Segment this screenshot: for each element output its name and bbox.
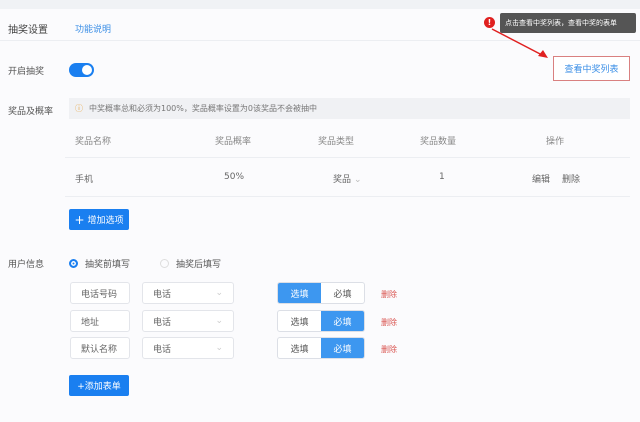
chevron-down-icon: ⌄ [354,175,362,185]
field-type-select[interactable]: 电话 ⌄ [142,337,234,359]
field-name-input[interactable]: 电话号码 [70,282,130,304]
field-name-input[interactable]: 地址 [70,310,130,332]
column-header: 操作 [546,137,565,147]
required-toggle[interactable]: 选填 必填 [277,282,365,304]
view-winners-label: 查看中奖列表 [564,65,619,75]
required-toggle[interactable]: 选填 必填 [277,310,365,332]
chevron-down-icon: ⌄ [215,343,223,353]
radio-before-draw[interactable]: 抽奖前填写 [69,257,130,270]
column-header: 奖品名称 [75,137,112,147]
required-option[interactable]: 必填 [321,283,364,303]
view-winners-button[interactable]: 查看中奖列表 [553,56,630,81]
column-header: 奖品类型 [318,137,355,147]
user-info-label: 用户信息 [8,260,45,270]
required-option[interactable]: 必填 [321,311,364,331]
add-form-field-button[interactable]: +添加表单 [69,375,129,396]
field-type-value: 电话 [153,317,172,328]
field-type-select[interactable]: 电话 ⌄ [142,310,234,332]
notice-text: 中奖概率总和必须为100%，奖品概率设置为0该奖品不会被抽中 [89,104,317,113]
prize-type-select[interactable]: 奖品 ⌄ [333,172,362,185]
enable-lottery-toggle[interactable] [69,63,94,77]
required-option[interactable]: 必填 [321,338,364,358]
plus-icon: + [74,212,85,227]
delete-field-link[interactable]: 删除 [381,289,397,300]
delete-link[interactable]: 删除 [562,172,580,185]
radio-after-draw[interactable]: 抽奖后填写 [160,257,221,270]
optional-option[interactable]: 选填 [278,338,321,358]
chevron-down-icon: ⌄ [215,316,223,326]
radio-unchecked-icon [160,259,169,268]
optional-option[interactable]: 选填 [278,283,321,303]
edit-link[interactable]: 编辑 [532,172,550,185]
warning-icon: ⓘ [75,104,83,113]
help-link[interactable]: 功能说明 [75,22,111,35]
prize-name: 手机 [75,175,94,185]
divider [65,157,630,158]
probability-notice: ⓘ 中奖概率总和必须为100%，奖品概率设置为0该奖品不会被抽中 [69,98,630,119]
add-option-button[interactable]: + 增加选项 [69,209,129,230]
annotation-arrow-icon [491,28,548,58]
required-toggle[interactable]: 选填 必填 [277,337,365,359]
column-header: 奖品概率 [215,137,252,147]
add-option-label: 增加选项 [87,216,124,226]
delete-field-link[interactable]: 删除 [381,344,397,355]
radio-label: 抽奖前填写 [85,260,131,270]
prize-type-value: 奖品 [333,175,352,185]
radio-label: 抽奖后填写 [176,260,222,270]
prize-quantity: 1 [439,172,445,182]
prize-probability: 50% [224,172,245,182]
chevron-down-icon: ⌄ [215,288,223,298]
column-header: 奖品数量 [420,137,457,147]
prizes-label: 奖品及概率 [8,107,54,117]
field-type-select[interactable]: 电话 ⌄ [142,282,234,304]
optional-option[interactable]: 选填 [278,311,321,331]
delete-field-link[interactable]: 删除 [381,317,397,328]
radio-checked-icon [69,259,78,268]
field-type-value: 电话 [153,344,172,355]
enable-lottery-label: 开启抽奖 [8,67,45,77]
divider [65,196,630,197]
field-name-input[interactable]: 默认名称 [70,337,130,359]
field-type-value: 电话 [153,289,172,300]
page-title: 抽奖设置 [8,25,48,36]
